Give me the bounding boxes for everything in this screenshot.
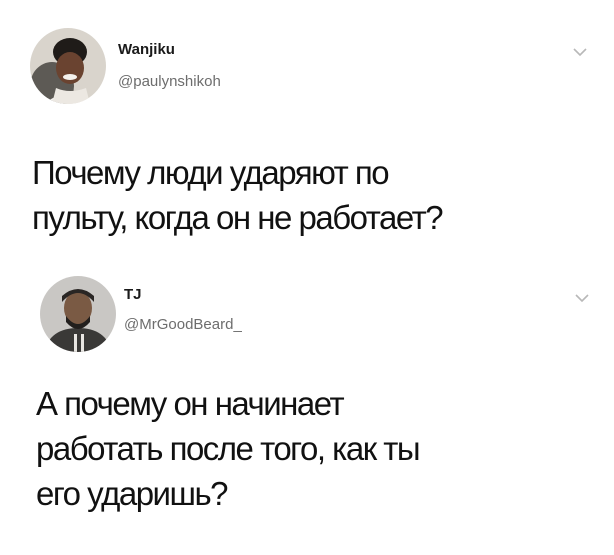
user-handle[interactable]: @paulynshikoh (118, 73, 221, 90)
chevron-down-icon[interactable] (574, 292, 590, 304)
tweet-text-line: его ударишь? (36, 475, 229, 512)
display-name[interactable]: TJ (124, 286, 142, 303)
tweet-card: Wanjiku @paulynshikoh Почему люди ударяю… (0, 0, 614, 270)
profile-photo-man-icon (40, 276, 116, 352)
tweet-text-line: пульту, когда он не работает? (32, 199, 444, 236)
tweet-text-line: Почему люди ударяют по (32, 154, 390, 191)
avatar[interactable] (30, 28, 106, 104)
tweet-text-line: работать после того, как ты (36, 430, 421, 467)
user-handle[interactable]: @MrGoodBeard_ (124, 316, 242, 333)
profile-photo-woman-icon (30, 28, 106, 104)
tweet-text: А почему он начинает работать после того… (36, 381, 596, 516)
tweet-text-line: А почему он начинает (36, 385, 345, 422)
chevron-down-icon[interactable] (572, 46, 588, 58)
display-name[interactable]: Wanjiku (118, 41, 175, 58)
tweet-card: TJ @MrGoodBeard_ А почему он начинает ра… (0, 265, 614, 555)
tweet-text: Почему люди ударяют по пульту, когда он … (32, 150, 592, 240)
avatar[interactable] (40, 276, 116, 352)
